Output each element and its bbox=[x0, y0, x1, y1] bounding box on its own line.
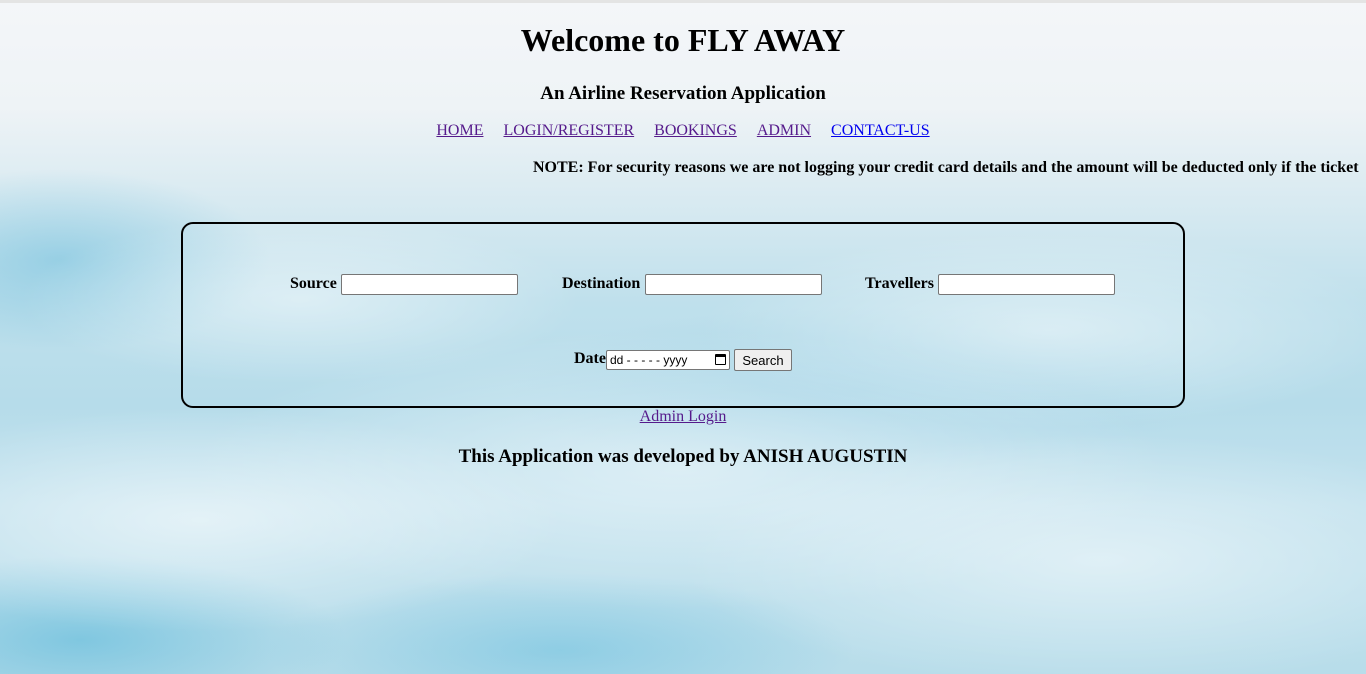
source-input[interactable] bbox=[341, 274, 518, 295]
calendar-icon[interactable] bbox=[715, 354, 726, 365]
flight-search-form bbox=[181, 222, 1185, 408]
nav-link-admin[interactable]: ADMIN bbox=[757, 122, 811, 139]
travellers-label: Travellers bbox=[865, 275, 935, 292]
search-button[interactable]: Search bbox=[734, 349, 792, 371]
security-note: NOTE: For security reasons we are not lo… bbox=[533, 159, 1359, 176]
date-placeholder: dd - - - - - yyyy bbox=[610, 353, 688, 367]
page-title: Welcome to FLY AWAY bbox=[520, 22, 846, 58]
nav-link-bookings[interactable]: BOOKINGS bbox=[654, 122, 737, 139]
nav-link-home[interactable]: HOME bbox=[436, 122, 483, 139]
admin-login-row: Admin Login bbox=[0, 408, 1366, 426]
source-label: Source bbox=[290, 275, 337, 292]
admin-login-link[interactable]: Admin Login bbox=[640, 408, 727, 425]
date-input[interactable]: dd - - - - - yyyy bbox=[606, 350, 730, 370]
destination-input[interactable] bbox=[645, 274, 822, 295]
top-border bbox=[0, 0, 1366, 3]
developer-credit: This Application was developed by ANISH … bbox=[458, 446, 908, 467]
nav-link-login-register[interactable]: LOGIN/REGISTER bbox=[503, 122, 634, 139]
travellers-input[interactable] bbox=[938, 274, 1115, 295]
date-label: Date bbox=[574, 350, 606, 367]
destination-label: Destination bbox=[562, 275, 641, 292]
nav-link-contact-us[interactable]: CONTACT-US bbox=[831, 122, 930, 139]
page-subtitle: An Airline Reservation Application bbox=[540, 83, 826, 104]
main-nav: HOME LOGIN/REGISTER BOOKINGS ADMIN CONTA… bbox=[0, 122, 1366, 140]
